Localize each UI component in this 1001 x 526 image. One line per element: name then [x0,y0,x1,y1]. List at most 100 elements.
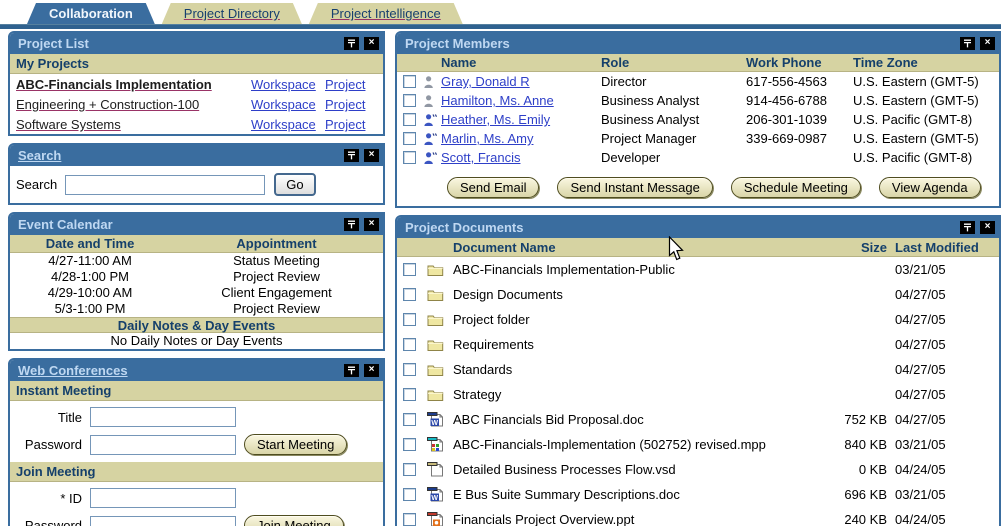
document-modified: 04/27/05 [895,287,946,302]
document-checkbox[interactable] [403,363,416,376]
pagetop-icon[interactable] [344,217,359,231]
pagetop-icon[interactable] [960,220,975,234]
member-name-link[interactable]: Hamilton, Ms. Anne [441,93,601,108]
join-meeting-button[interactable]: Join Meeting [244,515,344,526]
view-agenda-button[interactable]: View Agenda [878,177,981,198]
person-status-icon [423,75,441,89]
schedule-meeting-button[interactable]: Schedule Meeting [730,177,861,198]
header-rule [0,24,1001,29]
project-name-link[interactable]: ABC-Financials Implementation [16,77,251,92]
document-size: 840 KB [844,437,887,452]
close-icon[interactable]: × [364,363,379,377]
workspace-link[interactable]: Workspace [251,77,325,92]
project-row: Engineering + Construction-100 Workspace… [10,94,383,114]
title-label: Title [57,409,82,425]
tab-project-directory[interactable]: Project Directory [162,3,302,24]
workspace-link[interactable]: Workspace [251,97,325,112]
go-button[interactable]: Go [274,173,316,196]
document-name[interactable]: E Bus Suite Summary Descriptions.doc [453,487,815,502]
member-name-link[interactable]: Marlin, Ms. Amy [441,131,601,146]
document-name[interactable]: Financials Project Overview.ppt [453,512,815,526]
project-list-panel: Project List × My Projects ABC-Financial… [8,31,385,136]
event-calendar-rows: 4/27-11:00 AM Status Meeting 4/28-1:00 P… [10,253,383,317]
pagetop-icon[interactable] [344,148,359,162]
panel-title-link[interactable]: Web Conferences [18,363,339,378]
member-checkbox[interactable] [403,151,416,164]
document-checkbox[interactable] [403,313,416,326]
document-size: 0 KB [858,462,887,477]
event-appointment: Status Meeting [233,253,320,268]
document-row: Project folder 04/27/05 [397,307,999,332]
folder-icon [427,313,453,327]
send-instant-message-button[interactable]: Send Instant Message [557,177,713,198]
project-name-link[interactable]: Engineering + Construction-100 [16,97,251,112]
member-name-link[interactable]: Scott, Francis [441,150,601,165]
document-size: 752 KB [844,412,887,427]
close-icon[interactable]: × [364,217,379,231]
meeting-password-input[interactable] [90,434,236,455]
col-time-zone: Time Zone [853,55,918,70]
document-name[interactable]: Project folder [453,312,815,327]
col-last-modified: Last Modified [895,239,979,255]
document-checkbox[interactable] [403,463,416,476]
panel-title-link[interactable]: Search [18,148,339,163]
pagetop-icon[interactable] [344,363,359,377]
join-id-input[interactable] [90,488,236,508]
my-projects-header: My Projects [10,54,383,74]
document-name[interactable]: ABC Financials Bid Proposal.doc [453,412,815,427]
document-size: 696 KB [844,487,887,502]
member-checkbox[interactable] [403,132,416,145]
document-checkbox[interactable] [403,513,416,526]
document-name[interactable]: ABC-Financials-Implementation (502752) r… [453,437,815,452]
send-email-button[interactable]: Send Email [447,177,540,198]
document-checkbox[interactable] [403,288,416,301]
tab-collaboration[interactable]: Collaboration [27,3,155,24]
member-role: Business Analyst [601,93,700,108]
document-checkbox[interactable] [403,388,416,401]
document-checkbox[interactable] [403,263,416,276]
document-modified: 04/27/05 [895,412,946,427]
document-row: ABC-Financials Implementation-Public 03/… [397,257,999,282]
close-icon[interactable]: × [980,36,995,50]
panel-title: Project Documents [405,219,524,235]
pagetop-icon[interactable] [960,36,975,50]
document-row: Detailed Business Processes Flow.vsd 0 K… [397,457,999,482]
project-link[interactable]: Project [325,97,377,112]
member-checkbox[interactable] [403,113,416,126]
document-name[interactable]: Design Documents [453,287,815,302]
document-checkbox[interactable] [403,438,416,451]
pagetop-icon[interactable] [344,36,359,50]
close-icon[interactable]: × [980,220,995,234]
project-link[interactable]: Project [325,117,377,132]
document-name[interactable]: Standards [453,362,815,377]
project-name-link[interactable]: Software Systems [16,117,251,132]
workspace-link[interactable]: Workspace [251,117,325,132]
member-timezone: U.S. Eastern (GMT-5) [853,131,979,146]
search-input[interactable] [65,174,266,195]
document-checkbox[interactable] [403,413,416,426]
close-icon[interactable]: × [364,36,379,50]
project-list-rows: ABC-Financials Implementation Workspace … [10,74,383,134]
panel-title: Event Calendar [18,216,113,232]
start-meeting-button[interactable]: Start Meeting [244,434,348,455]
member-name-link[interactable]: Heather, Ms. Emily [441,112,601,127]
document-name[interactable]: Requirements [453,337,815,352]
close-icon[interactable]: × [364,148,379,162]
tab-label: Collaboration [49,6,133,21]
project-link[interactable]: Project [325,77,377,92]
right-column: Project Members × Name Role Work Phone T… [395,31,1001,526]
document-modified: 04/24/05 [895,512,946,526]
member-role: Director [601,74,647,89]
join-password-input[interactable] [90,515,236,526]
document-name[interactable]: Strategy [453,387,815,402]
member-checkbox[interactable] [403,94,416,107]
col-size: Size [860,239,887,255]
document-name[interactable]: Detailed Business Processes Flow.vsd [453,462,815,477]
document-name[interactable]: ABC-Financials Implementation-Public [453,262,815,277]
meeting-title-input[interactable] [90,407,236,427]
member-name-link[interactable]: Gray, Donald R [441,74,601,89]
document-checkbox[interactable] [403,338,416,351]
tab-project-intelligence[interactable]: Project Intelligence [309,3,463,24]
member-checkbox[interactable] [403,75,416,88]
document-checkbox[interactable] [403,488,416,501]
